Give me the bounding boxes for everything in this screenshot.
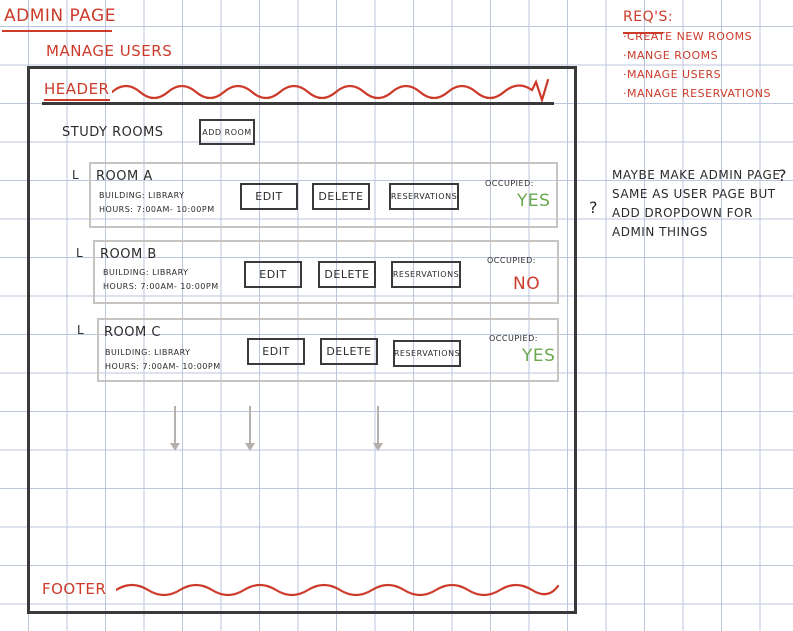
requirements-list: REQ'S: ·CREATE NEW ROOMS ·MANGE ROOMS ·M… [623, 8, 771, 103]
arrow-down-icon [373, 443, 383, 451]
room-name: ROOM B [100, 247, 157, 262]
sketch-title: ADMIN PAGE [4, 6, 116, 26]
room-building: BUILDING: LIBRARY [105, 348, 191, 357]
header-squiggle [112, 78, 550, 104]
room-name: ROOM A [96, 169, 153, 184]
continuation-arrow [377, 406, 379, 444]
room-details: BUILDING: LIBRARY HOURS: 7:00AM- 10:00PM [105, 346, 221, 374]
sketch-title-underline [2, 30, 112, 32]
room-building: BUILDING: LIBRARY [99, 191, 185, 200]
room-name: ROOM C [104, 325, 161, 340]
reservations-button[interactable]: RESERVATIONS [393, 340, 461, 367]
add-room-button[interactable]: ADD ROOM [199, 119, 255, 145]
arrow-down-icon [245, 443, 255, 451]
arrow-down-icon [170, 443, 180, 451]
footer-squiggle [116, 583, 560, 597]
edit-room-button[interactable]: EDIT [240, 183, 298, 210]
room-details: BUILDING: LIBRARY HOURS: 7:00AM- 10:00PM [103, 266, 219, 294]
delete-room-button[interactable]: DELETE [318, 261, 376, 288]
edit-room-button[interactable]: EDIT [247, 338, 305, 365]
room-details: BUILDING: LIBRARY HOURS: 7:00AM- 10:00PM [99, 189, 215, 217]
question-mark: ? [589, 198, 598, 217]
continuation-arrow [174, 406, 176, 444]
requirements-underline [623, 32, 663, 34]
footer-label: FOOTER [42, 580, 107, 598]
header-label: HEADER [44, 80, 110, 98]
reservations-button[interactable]: RESERVATIONS [391, 261, 461, 288]
delete-room-button[interactable]: DELETE [320, 338, 378, 365]
delete-room-button[interactable]: DELETE [312, 183, 370, 210]
tree-branch-icon: L [77, 323, 85, 337]
room-hours: HOURS: 7:00AM- 10:00PM [103, 282, 219, 291]
occupied-status: YES [522, 346, 556, 366]
edit-room-button[interactable]: EDIT [244, 261, 302, 288]
tree-branch-icon: L [76, 246, 84, 260]
occupied-label: OCCUPIED: [487, 256, 536, 265]
section-title: STUDY ROOMS [62, 125, 164, 140]
room-building: BUILDING: LIBRARY [103, 268, 189, 277]
occupied-label: OCCUPIED: [489, 334, 538, 343]
room-card: ROOM A BUILDING: LIBRARY HOURS: 7:00AM- … [89, 162, 558, 228]
occupied-label: OCCUPIED: [485, 179, 534, 188]
room-hours: HOURS: 7:00AM- 10:00PM [99, 205, 215, 214]
header-label-underline [44, 99, 110, 101]
requirement-item: ·MANGE ROOMS [623, 49, 719, 62]
occupied-status: NO [513, 274, 541, 294]
room-card: ROOM C BUILDING: LIBRARY HOURS: 7:00AM- … [97, 318, 559, 382]
room-hours: HOURS: 7:00AM- 10:00PM [105, 362, 221, 371]
reservations-button[interactable]: RESERVATIONS [389, 183, 459, 210]
design-note: MAYBE MAKE ADMIN PAGE SAME AS USER PAGE … [612, 168, 781, 239]
room-card: ROOM B BUILDING: LIBRARY HOURS: 7:00AM- … [93, 240, 559, 304]
continuation-arrow [249, 406, 251, 444]
tree-branch-icon: L [72, 168, 80, 182]
sketch-subtitle: MANAGE USERS [46, 42, 173, 60]
requirement-item: ·MANAGE USERS [623, 68, 722, 81]
header-divider [42, 102, 554, 105]
requirement-item: ·CREATE NEW ROOMS [623, 30, 753, 43]
question-mark: ? [778, 166, 787, 185]
requirements-title: REQ'S: [623, 9, 674, 25]
requirement-item: ·MANAGE RESERVATIONS [623, 87, 771, 100]
occupied-status: YES [517, 191, 551, 211]
